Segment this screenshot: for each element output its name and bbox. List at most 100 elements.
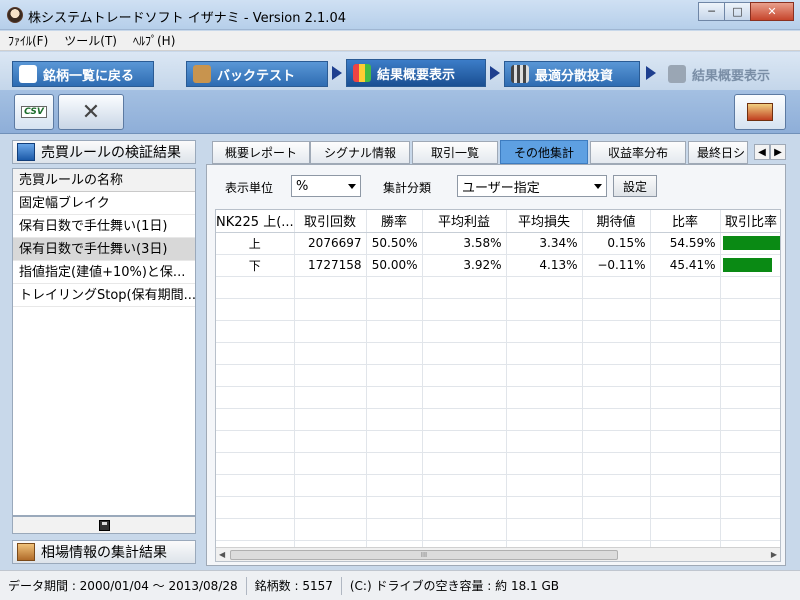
tab-signal-info[interactable]: シグナル情報	[310, 141, 410, 164]
scroll-left-icon[interactable]: ◀	[754, 144, 770, 160]
minimize-button[interactable]: ─	[698, 2, 725, 21]
empty-row	[216, 386, 780, 409]
display-unit-value: %	[296, 178, 309, 194]
col-avg-profit[interactable]: 平均利益	[422, 210, 507, 233]
col-avg-loss[interactable]: 平均損失	[506, 210, 583, 233]
scroll-left-icon[interactable]: ◀	[219, 550, 225, 559]
tools-icon: ✕	[81, 99, 101, 125]
folder-icon	[17, 143, 35, 161]
arrow-icon	[490, 66, 500, 80]
csv-icon: CSV	[21, 106, 47, 118]
market-info-section-button[interactable]: 相場情報の集計結果	[12, 540, 196, 564]
nav-tab-result-summary[interactable]: 結果概要表示	[346, 59, 486, 87]
csv-export-button[interactable]: CSV	[14, 94, 54, 130]
settings-button[interactable]: 設定	[613, 175, 657, 197]
nav-tab-label: 結果概要表示	[692, 68, 771, 84]
tab-return-distribution[interactable]: 収益率分布	[590, 141, 686, 164]
nav-tab-label: バックテスト	[217, 68, 296, 84]
filter-controls: 表示単位 % 集計分類 ユーザー指定 設定	[207, 173, 785, 199]
subtab-bar: 概要レポート シグナル情報 取引一覧 その他集計 収益率分布 最終日シ ◀ ▶	[206, 140, 786, 164]
status-stock-count: 銘柄数 : 5157	[247, 576, 342, 595]
save-bar[interactable]	[12, 516, 196, 534]
nav-tab-label: 結果概要表示	[377, 67, 456, 83]
save-icon	[98, 519, 110, 531]
empty-row	[216, 452, 780, 475]
cell-avg-profit: 3.58%	[422, 232, 507, 255]
empty-row	[216, 496, 780, 519]
empty-row	[216, 364, 780, 387]
col-nk225[interactable]: NK225 上(...	[216, 210, 295, 233]
table-row[interactable]: 下 1727158 50.00% 3.92% 4.13% −0.11% 45.4…	[216, 254, 780, 277]
arrow-icon	[646, 66, 656, 80]
grid-icon	[511, 65, 529, 83]
nav-tab-optimal-allocation[interactable]: 最適分散投資	[504, 61, 640, 87]
empty-row	[216, 276, 780, 299]
aggregate-table: NK225 上(... 取引回数 勝率 平均利益 平均損失 期待値 比率 取引比…	[216, 210, 780, 561]
scroll-right-icon[interactable]: ▶	[771, 550, 777, 559]
aggregate-grid: NK225 上(... 取引回数 勝率 平均利益 平均損失 期待値 比率 取引比…	[215, 209, 781, 562]
empty-row	[216, 342, 780, 365]
factory-icon	[668, 65, 686, 83]
rule-item-fixed-breakout[interactable]: 固定幅ブレイク	[13, 192, 195, 215]
window-title: 株システムトレードソフト イザナミ - Version 2.1.04	[28, 11, 346, 26]
nav-tab-stock-list[interactable]: 銘柄一覧に戻る	[12, 61, 154, 87]
section-title: 売買ルールの検証結果	[41, 145, 181, 161]
col-ratio[interactable]: 比率	[650, 210, 721, 233]
menu-tools[interactable]: ツール(T)	[56, 32, 125, 49]
menu-file[interactable]: ﾌｧｲﾙ(F)	[0, 32, 56, 49]
empty-row	[216, 320, 780, 343]
table-row[interactable]: 上 2076697 50.50% 3.58% 3.34% 0.15% 54.59…	[216, 232, 780, 255]
subtab-scroll: ◀ ▶	[754, 144, 786, 160]
close-button[interactable]: ✕	[750, 2, 794, 21]
app-icon	[7, 7, 23, 23]
scrollbar-thumb[interactable]: III	[230, 550, 618, 560]
aggregation-label: 集計分類	[383, 181, 432, 195]
export-button[interactable]	[734, 94, 786, 130]
display-unit-select[interactable]: %	[291, 175, 361, 197]
scroll-right-icon[interactable]: ▶	[770, 144, 786, 160]
chevron-down-icon	[348, 184, 356, 189]
left-panel: 売買ルールの検証結果 売買ルールの名称 固定幅ブレイク 保有日数で手仕舞い(1日…	[12, 140, 196, 566]
rule-item-hold-1day[interactable]: 保有日数で手仕舞い(1日)	[13, 215, 195, 238]
tools-button[interactable]: ✕	[58, 94, 124, 130]
cell-win: 50.00%	[366, 254, 423, 277]
tab-overview-report[interactable]: 概要レポート	[212, 141, 310, 164]
menu-bar: ﾌｧｲﾙ(F) ツール(T) ﾍﾙﾌﾟ(H)	[0, 31, 800, 51]
tab-trade-list[interactable]: 取引一覧	[412, 141, 498, 164]
table-header-row: NK225 上(... 取引回数 勝率 平均利益 平均損失 期待値 比率 取引比…	[216, 210, 780, 233]
nav-tab-backtest[interactable]: バックテスト	[186, 61, 328, 87]
arrow-icon	[332, 66, 342, 80]
rule-results-section-button[interactable]: 売買ルールの検証結果	[12, 140, 196, 164]
bag-icon	[193, 65, 211, 83]
status-data-period: データ期間 : 2000/01/04 〜 2013/08/28	[0, 576, 247, 595]
cell-avg-loss: 4.13%	[506, 254, 583, 277]
rule-item-hold-3day[interactable]: 保有日数で手仕舞い(3日)	[13, 238, 195, 261]
col-win-rate[interactable]: 勝率	[366, 210, 423, 233]
cell-avg-profit: 3.92%	[422, 254, 507, 277]
display-unit-label: 表示単位	[225, 181, 274, 195]
empty-row	[216, 430, 780, 453]
rule-list: 売買ルールの名称 固定幅ブレイク 保有日数で手仕舞い(1日) 保有日数で手仕舞い…	[12, 168, 196, 516]
aggregation-select[interactable]: ユーザー指定	[457, 175, 607, 197]
tab-final-day-signal[interactable]: 最終日シ	[688, 141, 748, 164]
maximize-button[interactable]: □	[724, 2, 751, 21]
rule-item-trailing-stop[interactable]: トレイリングStop(保有期間...	[13, 284, 195, 307]
rule-item-limit-order[interactable]: 指値指定(建値+10%)と保...	[13, 261, 195, 284]
cell-expectation: −0.11%	[582, 254, 651, 277]
eye-icon	[19, 65, 37, 83]
cell-win: 50.50%	[366, 232, 423, 255]
ratio-bar	[722, 258, 772, 272]
rule-list-header: 売買ルールの名称	[13, 169, 195, 192]
chevron-down-icon	[594, 184, 602, 189]
tab-other-aggregates[interactable]: その他集計	[500, 140, 588, 164]
col-trade-ratio[interactable]: 取引比率	[720, 210, 780, 233]
cell-trades: 2076697	[294, 232, 367, 255]
col-trades[interactable]: 取引回数	[294, 210, 367, 233]
cell-avg-loss: 3.34%	[506, 232, 583, 255]
cell-ratio: 45.41%	[650, 254, 721, 277]
nav-tab-result-summary-2[interactable]: 結果概要表示	[662, 61, 798, 87]
export-icon	[747, 103, 773, 121]
menu-help[interactable]: ﾍﾙﾌﾟ(H)	[125, 32, 183, 49]
col-expectation[interactable]: 期待値	[582, 210, 651, 233]
horizontal-scrollbar[interactable]: ◀ III ▶	[216, 547, 780, 561]
